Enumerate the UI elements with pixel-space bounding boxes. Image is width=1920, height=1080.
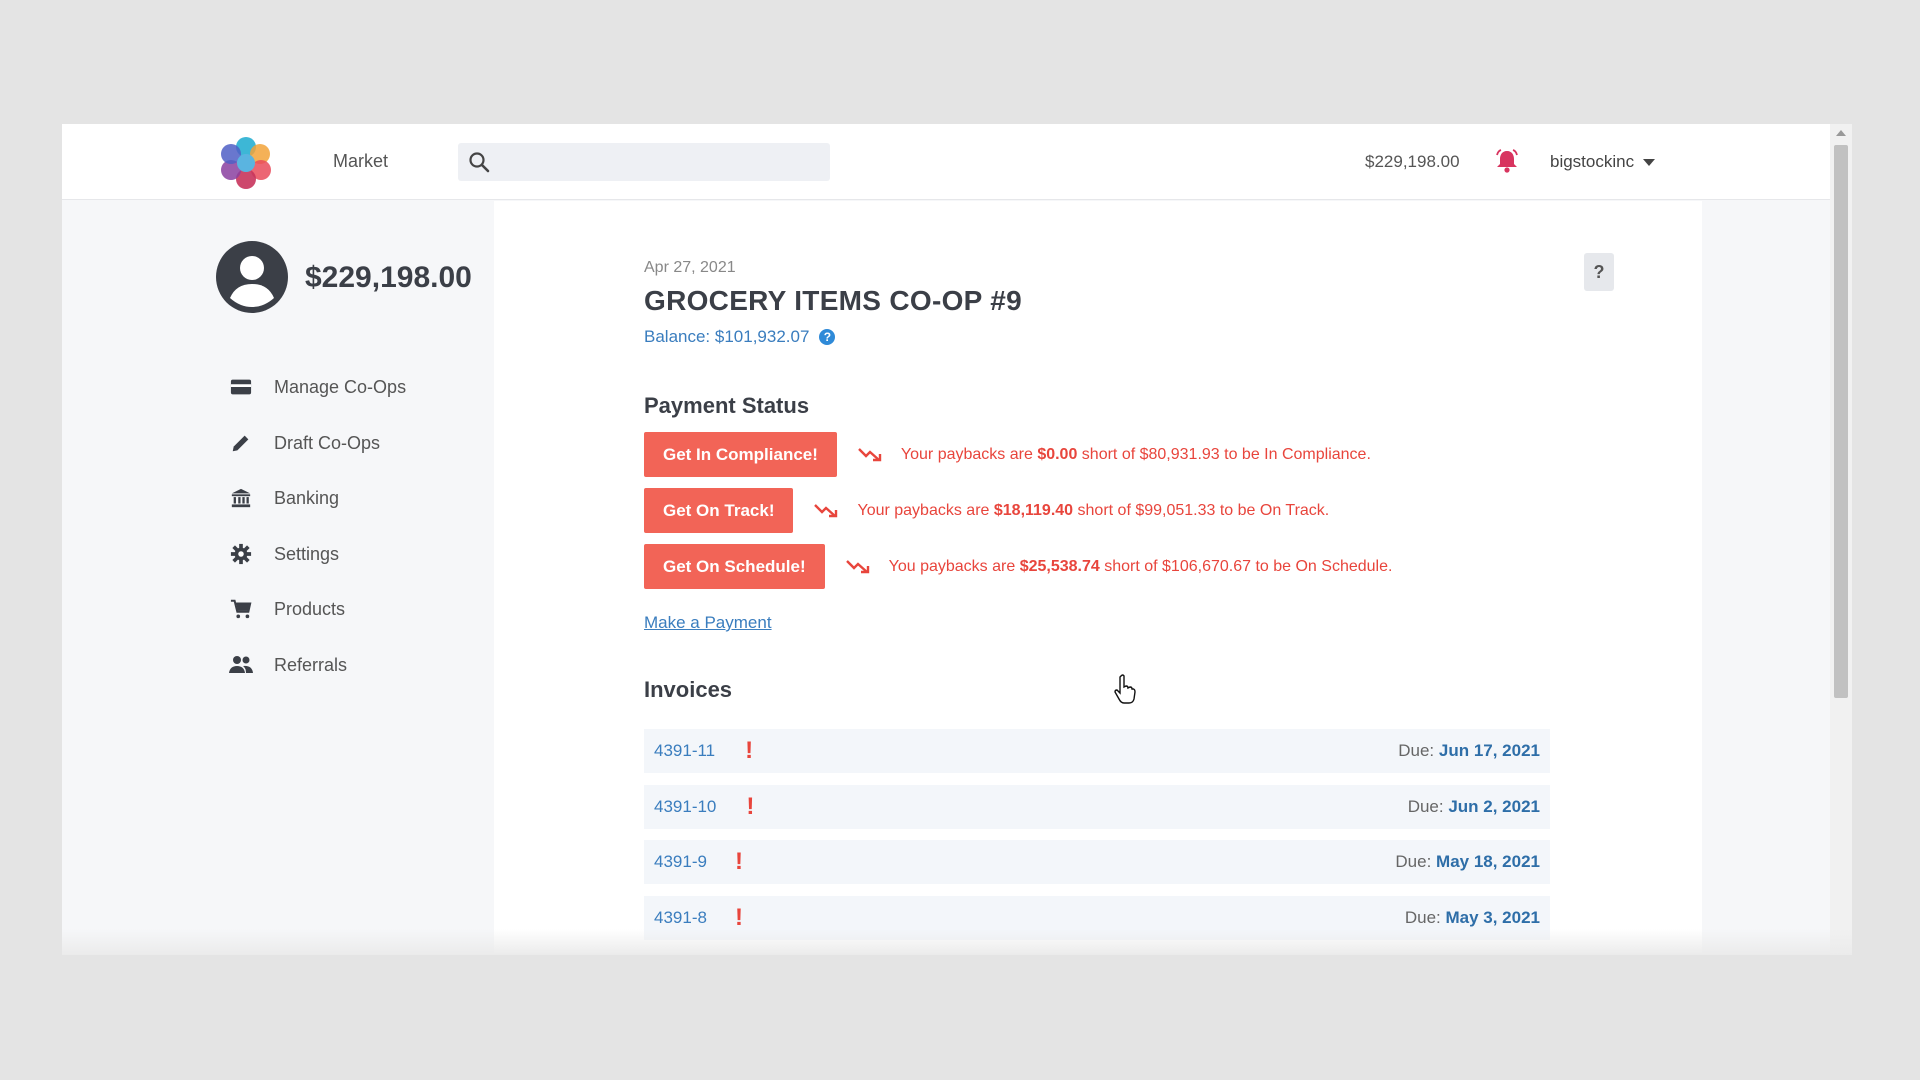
invoice-row[interactable]: 4391-8 ! Due: May 3, 2021 (644, 896, 1550, 940)
scrollbar-thumb[interactable] (1834, 145, 1848, 698)
trend-down-icon (845, 559, 869, 573)
cart-icon (228, 596, 254, 622)
sidebar-item-label: Banking (274, 487, 340, 508)
user-menu-dropdown[interactable]: bigstockinc (1550, 152, 1656, 172)
page-title: GROCERY ITEMS CO-OP #9 (644, 285, 1022, 316)
page-scrollbar[interactable] (1830, 124, 1852, 955)
invoice-due-date: Due: May 18, 2021 (1395, 852, 1540, 871)
sidebar: $229,198.00 Manage Co-Ops Draft Co-Ops B… (62, 201, 494, 955)
payment-status-heading: Payment Status (644, 393, 810, 418)
sidebar-item-draft-co-ops[interactable]: Draft Co-Ops (228, 430, 380, 456)
make-payment-link[interactable]: Make a Payment (644, 613, 772, 633)
overdue-alert-icon: ! (745, 737, 754, 764)
header-balance: $229,198.00 (1365, 152, 1460, 171)
invoice-id[interactable]: 4391-10 (654, 797, 716, 817)
search-bar (458, 143, 830, 181)
invoice-due-date: Due: May 3, 2021 (1404, 908, 1540, 927)
top-navbar: Market $229,198.00 bigstockinc (62, 124, 1830, 200)
sidebar-item-settings[interactable]: Settings (228, 541, 339, 567)
sidebar-item-label: Settings (274, 543, 340, 564)
pencil-icon (228, 430, 254, 456)
app-window: Market $229,198.00 bigstockinc $229,198.… (62, 124, 1852, 955)
username-label: bigstockinc (1550, 152, 1635, 171)
get-in-compliance-button[interactable]: Get In Compliance! (644, 432, 837, 477)
invoice-due-date: Due: Jun 17, 2021 (1398, 741, 1540, 760)
sidebar-item-manage-co-ops[interactable]: Manage Co-Ops (228, 374, 406, 400)
sidebar-item-label: Draft Co-Ops (274, 432, 381, 453)
status-row-on-schedule: Get On Schedule! You paybacks are $25,53… (644, 544, 1392, 589)
overdue-alert-icon: ! (734, 904, 743, 931)
avatar-icon[interactable] (216, 241, 288, 313)
overdue-alert-icon: ! (734, 848, 743, 875)
sidebar-item-banking[interactable]: Banking (228, 485, 339, 511)
sidebar-item-products[interactable]: Products (228, 596, 345, 622)
co-op-detail-card: Apr 27, 2021 GROCERY ITEMS CO-OP #9 Bala… (494, 201, 1702, 955)
sidebar-item-referrals[interactable]: Referrals (228, 652, 347, 678)
sidebar-balance: $229,198.00 (305, 261, 472, 294)
invoice-due-date: Due: Jun 2, 2021 (1407, 797, 1540, 816)
overdue-alert-icon: ! (746, 793, 755, 820)
sidebar-item-label: Products (274, 598, 346, 619)
scroll-up-arrow-icon[interactable] (1836, 130, 1846, 136)
trend-down-icon (814, 503, 838, 517)
get-on-schedule-button[interactable]: Get On Schedule! (644, 544, 825, 589)
notification-bell-icon[interactable] (1494, 148, 1520, 174)
status-row-compliance: Get In Compliance! Your paybacks are $0.… (644, 432, 1371, 477)
invoice-id[interactable]: 4391-8 (654, 908, 707, 928)
search-icon[interactable] (468, 151, 490, 173)
help-button[interactable]: ? (1584, 253, 1614, 291)
logo-icon[interactable] (217, 134, 275, 192)
co-op-balance: Balance: $101,932.07 ? (644, 327, 836, 347)
gear-icon (228, 541, 254, 567)
co-op-balance-text: Balance: $101,932.07 (644, 327, 810, 346)
status-message-on-schedule: You paybacks are $25,538.74 short of $10… (888, 557, 1393, 575)
chevron-down-icon (1643, 158, 1656, 166)
invoice-row[interactable]: 4391-9 ! Due: May 18, 2021 (644, 840, 1550, 884)
card-icon (228, 374, 254, 400)
search-input[interactable] (458, 143, 830, 181)
sidebar-item-label: Referrals (274, 654, 348, 675)
hand-pointer-cursor-icon (1114, 674, 1136, 704)
people-icon (228, 652, 254, 678)
invoice-row[interactable]: 4391-11 ! Due: Jun 17, 2021 (644, 729, 1550, 773)
bank-icon (228, 485, 254, 511)
trend-down-icon (858, 447, 882, 461)
invoices-heading: Invoices (644, 677, 733, 702)
invoice-row[interactable]: 4391-10 ! Due: Jun 2, 2021 (644, 785, 1550, 829)
invoice-id[interactable]: 4391-9 (654, 852, 707, 872)
get-on-track-button[interactable]: Get On Track! (644, 488, 794, 533)
invoice-id[interactable]: 4391-11 (654, 741, 715, 761)
info-question-icon[interactable]: ? (819, 329, 836, 345)
co-op-date: Apr 27, 2021 (644, 259, 736, 276)
sidebar-item-label: Manage Co-Ops (274, 376, 407, 397)
status-message-on-track: Your paybacks are $18,119.40 short of $9… (857, 501, 1330, 519)
status-message-compliance: Your paybacks are $0.00 short of $80,931… (900, 445, 1371, 463)
status-row-on-track: Get On Track! Your paybacks are $18,119.… (644, 488, 1329, 533)
nav-market-link[interactable]: Market (333, 151, 388, 172)
